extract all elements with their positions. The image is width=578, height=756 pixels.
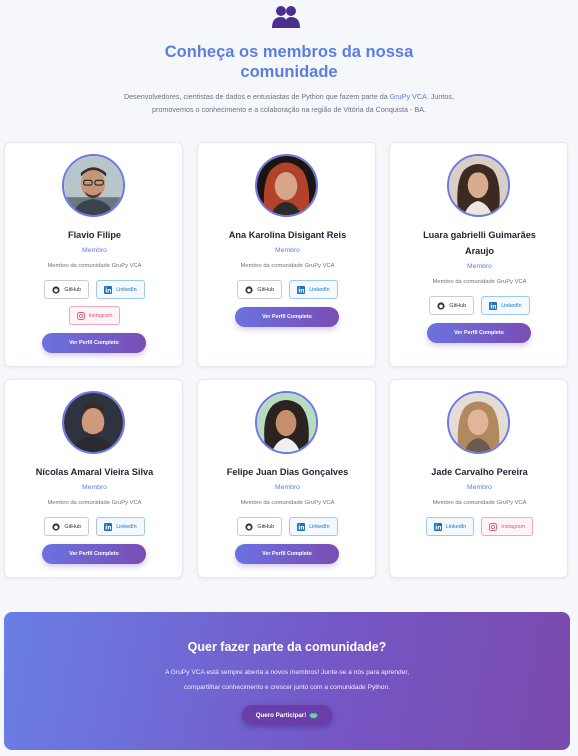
github-button[interactable]: GitHub	[44, 280, 90, 299]
linkedin-icon: in	[104, 285, 113, 294]
github-icon	[52, 285, 61, 294]
view-profile-button[interactable]: Ver Perfil Completo	[235, 307, 339, 327]
member-description: Membro da comunidade GruPy VCA	[432, 500, 527, 506]
linkedin-button[interactable]: in LinkedIn	[96, 280, 145, 299]
instagram-button[interactable]: Instagram	[481, 517, 534, 536]
avatar	[62, 154, 125, 217]
intro-text: Desenvolvedores, cientistas de dados e e…	[123, 92, 455, 114]
linkedin-icon: in	[297, 285, 306, 294]
member-card: Felipe Juan Dias Gonçalves Membro Membro…	[197, 379, 376, 578]
github-button[interactable]: GitHub	[429, 296, 475, 315]
instagram-icon	[489, 522, 498, 531]
member-role: Membro	[82, 247, 107, 254]
member-role: Membro	[275, 247, 300, 254]
linkedin-button[interactable]: in LinkedIn	[96, 517, 145, 536]
view-profile-button[interactable]: Ver Perfil Completo	[42, 333, 146, 353]
avatar	[447, 391, 510, 454]
member-name: Felipe Juan Dias Gonçalves	[226, 467, 349, 477]
join-button[interactable]: Quero Participar!	[242, 705, 332, 725]
linkedin-icon: in	[489, 301, 498, 310]
member-name: Nícolas Amaral Vieira Silva	[35, 467, 154, 477]
users-icon	[272, 6, 300, 28]
svg-text:in: in	[105, 524, 111, 531]
member-description: Membro da comunidade GruPy VCA	[47, 263, 142, 269]
handshake-icon	[309, 712, 319, 718]
github-icon	[245, 522, 254, 531]
linkedin-button[interactable]: in LinkedIn	[481, 296, 530, 315]
member-role: Membro	[467, 484, 492, 491]
member-role: Membro	[82, 484, 107, 491]
member-name: Luara gabrielli Guimarães Araujo	[423, 230, 536, 256]
linkedin-button[interactable]: in LinkedIn	[425, 517, 475, 536]
avatar	[447, 154, 510, 217]
avatar	[62, 391, 125, 454]
svg-text:in: in	[298, 287, 304, 294]
github-button[interactable]: GitHub	[44, 517, 90, 536]
member-card: Jade Carvalho Pereira Membro Membro da c…	[389, 379, 568, 578]
page-title: Conheça os membros da nossa comunidade	[164, 43, 414, 81]
view-profile-button[interactable]: Ver Perfil Completo	[427, 323, 531, 343]
member-name: Flavio Filipe	[67, 230, 122, 240]
svg-text:in: in	[435, 524, 441, 531]
member-description: Membro da comunidade GruPy VCA	[240, 263, 335, 269]
member-description: Membro da comunidade GruPy VCA	[432, 279, 527, 285]
github-icon	[245, 285, 254, 294]
join-text: A GruPy VCA está sempre aberta a novos m…	[164, 669, 410, 691]
member-card: Ana Karolina Disigant Reis Membro Membro…	[197, 142, 376, 367]
github-icon	[52, 522, 61, 531]
github-button[interactable]: GitHub	[237, 517, 283, 536]
avatar	[255, 391, 318, 454]
instagram-icon	[76, 311, 85, 320]
join-title: Quer fazer parte da comunidade?	[187, 640, 387, 654]
github-icon	[437, 301, 446, 310]
view-profile-button[interactable]: Ver Perfil Completo	[235, 544, 339, 564]
linkedin-button[interactable]: in LinkedIn	[289, 517, 338, 536]
linkedin-button[interactable]: in LinkedIn	[289, 280, 338, 299]
svg-text:in: in	[105, 287, 111, 294]
grupy-link[interactable]: GruPy VCA	[390, 92, 427, 101]
svg-text:in: in	[490, 303, 496, 310]
member-name: Jade Carvalho Pereira	[431, 467, 528, 477]
member-card: Nícolas Amaral Vieira Silva Membro Membr…	[4, 379, 183, 578]
member-description: Membro da comunidade GruPy VCA	[47, 500, 142, 506]
linkedin-icon: in	[433, 522, 442, 531]
member-name: Ana Karolina Disigant Reis	[228, 230, 347, 240]
member-card: Luara gabrielli Guimarães Araujo Membro M…	[389, 142, 568, 367]
member-role: Membro	[275, 484, 300, 491]
view-profile-button[interactable]: Ver Perfil Completo	[42, 544, 146, 564]
linkedin-icon: in	[104, 522, 113, 531]
linkedin-icon: in	[297, 522, 306, 531]
join-banner: Quer fazer parte da comunidade? A GruPy …	[4, 612, 570, 750]
member-role: Membro	[467, 263, 492, 270]
avatar	[255, 154, 318, 217]
member-card: Flavio Filipe Membro Membro da comunidad…	[4, 142, 183, 367]
instagram-button[interactable]: Instagram	[68, 306, 121, 325]
github-button[interactable]: GitHub	[237, 280, 283, 299]
member-description: Membro da comunidade GruPy VCA	[240, 500, 335, 506]
svg-text:in: in	[298, 524, 304, 531]
